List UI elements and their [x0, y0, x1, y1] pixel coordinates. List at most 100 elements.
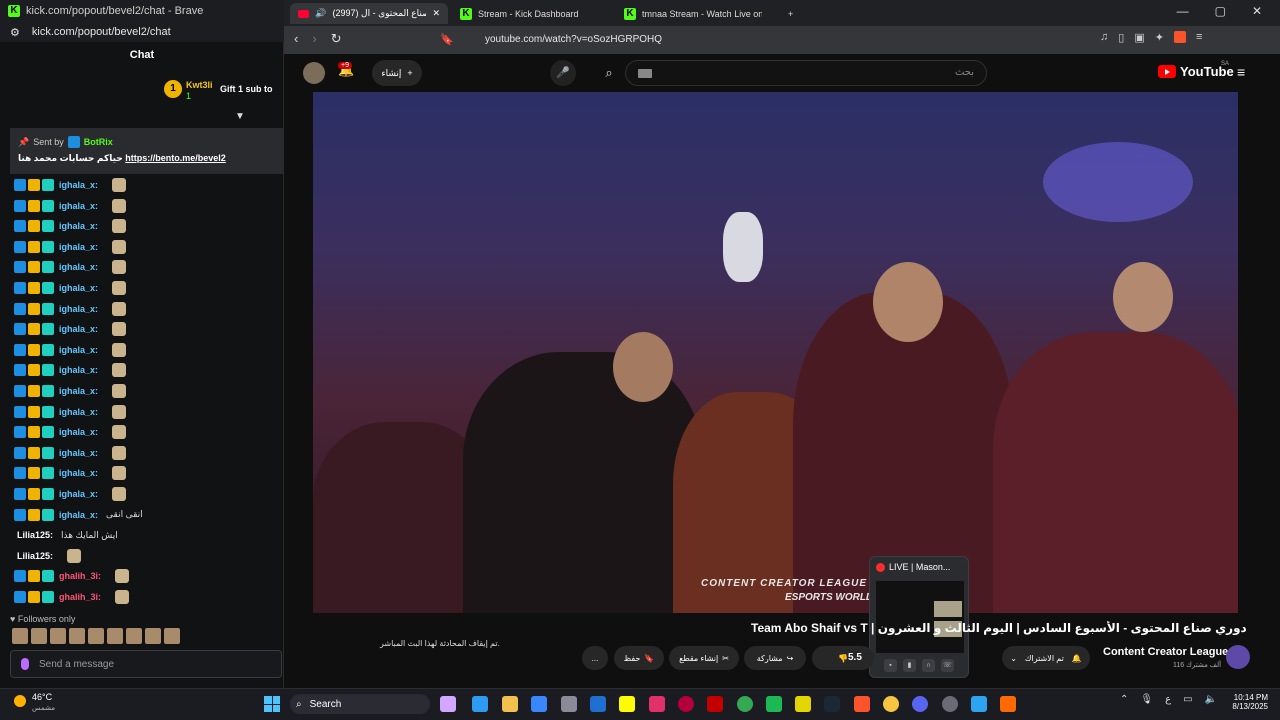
windows-start-icon[interactable]	[264, 696, 280, 712]
tab-youtube-label[interactable]: (2997) دوري صناع المحتوى - ال	[333, 8, 427, 19]
user-badge-icon[interactable]	[42, 364, 54, 377]
user-badge-icon[interactable]	[28, 467, 40, 480]
user-badge-icon[interactable]	[28, 220, 40, 233]
menu-icon[interactable]: ≡	[1196, 31, 1202, 44]
chat-emote[interactable]	[112, 260, 127, 275]
chat-username[interactable]: ighala_x:	[59, 324, 98, 334]
chat-emote[interactable]	[112, 384, 127, 398]
emote[interactable]	[164, 628, 180, 644]
snapchat-icon[interactable]	[619, 696, 635, 712]
create-button[interactable]: إنشاء +	[372, 60, 422, 86]
chat-username[interactable]: ighala_x:	[59, 489, 98, 499]
brave-shield-icon[interactable]	[1173, 31, 1186, 43]
emote[interactable]	[69, 628, 85, 644]
chat-username[interactable]: ighala_x:	[59, 201, 98, 211]
user-badge-icon[interactable]	[42, 508, 54, 521]
pinned-bot-name[interactable]: BotRix	[84, 137, 113, 147]
brave-icon[interactable]	[854, 696, 870, 712]
user-badge-icon[interactable]	[42, 220, 54, 233]
steam-icon[interactable]	[824, 696, 840, 712]
reload-icon[interactable]: ↻	[331, 31, 342, 47]
user-badge-icon[interactable]	[14, 446, 26, 459]
media-icon[interactable]: ♫	[1100, 31, 1108, 44]
pip-screen[interactable]	[876, 581, 964, 653]
chat-emote[interactable]	[115, 590, 130, 604]
chrome-icon[interactable]	[737, 696, 753, 712]
user-badge-icon[interactable]	[42, 446, 54, 459]
clip-label[interactable]: إنشاء مقطع	[679, 654, 718, 663]
language-indicator[interactable]: ع	[1165, 694, 1171, 705]
user-badge-icon[interactable]	[42, 302, 54, 315]
store-icon[interactable]	[531, 696, 547, 712]
gift-leaderboard[interactable]: 1 Kwt3li 1 Gift 1 sub to	[160, 76, 284, 104]
emote[interactable]	[126, 628, 142, 644]
instagram-icon[interactable]	[649, 696, 665, 712]
chat-username[interactable]: ighala_x:	[59, 407, 98, 417]
search-input[interactable]: بحث	[625, 60, 987, 86]
tab-kick-dashboard[interactable]: K Stream - Kick Dashboard	[452, 3, 612, 24]
headphones-icon[interactable]: ∩	[922, 659, 935, 672]
emote-picker-icon[interactable]	[21, 658, 29, 670]
chat-username[interactable]: Lilia125:	[17, 551, 53, 561]
subscribed-label[interactable]: تم الاشتراك	[1025, 654, 1064, 663]
user-badge-icon[interactable]	[42, 426, 54, 439]
scroll-to-bottom-icon[interactable]: ▼	[234, 111, 246, 122]
dislike-icon[interactable]: 👎	[838, 654, 848, 663]
user-badge-icon[interactable]	[14, 364, 26, 377]
settings-icon[interactable]	[561, 696, 577, 712]
chat-username[interactable]: ighala_x:	[59, 427, 98, 437]
clip-button[interactable]: إنشاء مقطع ✂	[669, 646, 739, 670]
share-label[interactable]: مشاركة	[757, 654, 783, 663]
chat-username[interactable]: ighala_x:	[59, 283, 98, 293]
more-actions-button[interactable]: ...	[582, 646, 608, 670]
video-player[interactable]: CONTENT CREATOR LEAGUE ESPORTS WORLD CUP	[313, 92, 1238, 613]
app-icon[interactable]	[795, 696, 811, 712]
address-bar[interactable]: youtube.com/watch?v=oSozHGRPOHQ	[485, 34, 662, 45]
chat-emote[interactable]	[67, 548, 82, 563]
file-explorer-icon[interactable]	[502, 696, 518, 712]
network-icon[interactable]: ▭	[1183, 694, 1192, 705]
chat-emote[interactable]	[112, 363, 127, 378]
user-badge-icon[interactable]	[42, 488, 54, 500]
outlook-icon[interactable]	[590, 696, 606, 712]
user-badge-icon[interactable]	[28, 405, 40, 418]
user-badge-icon[interactable]	[14, 323, 26, 336]
search-icon[interactable]: ⌕	[595, 60, 623, 86]
account-avatar[interactable]	[303, 62, 325, 84]
user-badge-icon[interactable]	[28, 323, 40, 336]
channel-name[interactable]: Content Creator League	[1103, 646, 1228, 658]
chat-username[interactable]: ighala_x:	[59, 386, 98, 396]
user-badge-icon[interactable]	[42, 282, 54, 294]
tray-mic-icon[interactable]: 🎙	[1140, 694, 1153, 705]
save-button[interactable]: حفظ 🔖	[614, 646, 664, 670]
user-badge-icon[interactable]	[14, 199, 26, 212]
chat-username[interactable]: ighala_x:	[59, 221, 98, 231]
user-badge-icon[interactable]	[42, 323, 54, 336]
user-badge-icon[interactable]	[14, 488, 26, 500]
emote[interactable]	[88, 628, 104, 644]
user-badge-icon[interactable]	[14, 467, 26, 480]
user-badge-icon[interactable]	[28, 426, 40, 439]
user-badge-icon[interactable]	[28, 261, 40, 274]
emote-bar[interactable]	[12, 628, 180, 644]
user-badge-icon[interactable]	[28, 570, 40, 583]
user-badge-icon[interactable]	[28, 364, 40, 377]
chat-emote[interactable]	[112, 301, 127, 316]
chat-message-list[interactable]: ighala_x: ighala_x: ighala_x: ighala_x: igha…	[0, 176, 284, 606]
emote[interactable]	[145, 628, 161, 644]
like-dislike-group[interactable]: 👎	[812, 646, 874, 670]
maximize-button[interactable]: ▢	[1215, 4, 1226, 18]
user-badge-icon[interactable]	[42, 467, 54, 480]
user-badge-icon[interactable]	[14, 405, 26, 418]
app-icon[interactable]	[971, 696, 987, 712]
tab-close-icon[interactable]: ✕	[432, 8, 440, 19]
user-badge-icon[interactable]	[28, 488, 40, 500]
edge-icon[interactable]	[472, 696, 488, 712]
camera-icon[interactable]: ▪	[884, 659, 897, 672]
chat-emote[interactable]	[112, 404, 127, 419]
tab-youtube[interactable]: 🔊 (2997) دوري صناع المحتوى - ال ✕	[290, 3, 448, 24]
chat-emote[interactable]	[112, 425, 127, 440]
user-badge-icon[interactable]	[28, 179, 40, 191]
chat-username[interactable]: ghalih_3i:	[59, 592, 101, 602]
gift-sub-button[interactable]: Gift 1 sub to	[220, 84, 273, 94]
